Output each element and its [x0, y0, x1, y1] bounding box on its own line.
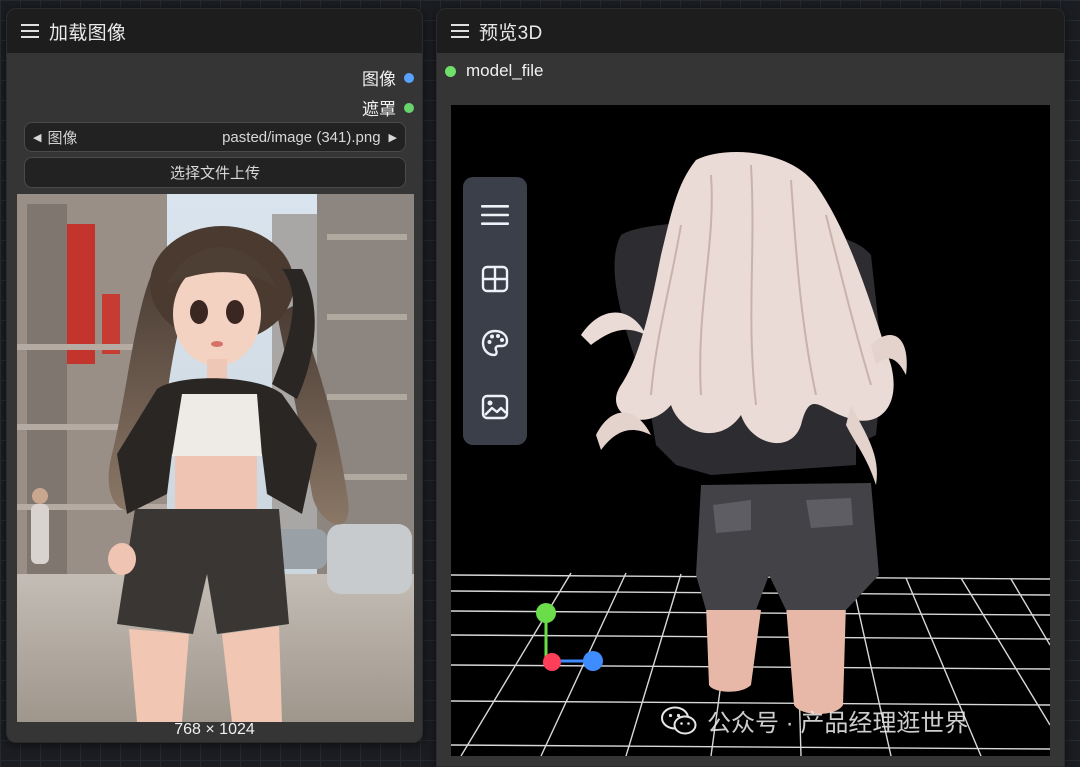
- 3d-viewport[interactable]: 公众号 · 产品经理逛世界: [451, 105, 1050, 756]
- watermark-text: 公众号 · 产品经理逛世界: [707, 710, 969, 737]
- axis-gizmo: [536, 603, 603, 671]
- background-image-button[interactable]: [475, 387, 515, 427]
- preview-3d-node[interactable]: 预览3D model_file 公众号 · 产品经理逛世界: [436, 8, 1065, 767]
- input-label: model_file: [466, 61, 544, 80]
- output-label: 图像: [362, 70, 396, 89]
- node-header[interactable]: 加载图像: [7, 9, 422, 53]
- output-image[interactable]: 图像: [362, 65, 414, 90]
- palette-icon: [481, 329, 509, 357]
- layout-grid-icon: [481, 265, 509, 293]
- menu-icon: [481, 205, 509, 225]
- wechat-icon: [661, 706, 697, 734]
- output-slot-dot[interactable]: [404, 102, 414, 113]
- node-header[interactable]: 预览3D: [437, 9, 1064, 53]
- input-model-file[interactable]: model_file: [445, 61, 544, 81]
- combo-right-arrow[interactable]: ▶: [389, 131, 397, 144]
- node-title: 加载图像: [49, 22, 127, 44]
- input-slot-dot[interactable]: [445, 65, 456, 77]
- load-image-node[interactable]: 加载图像 图像 遮罩 ◀ 图像 pasted/image (341).png ▶…: [6, 8, 423, 743]
- output-label: 遮罩: [362, 100, 396, 119]
- image-preview: [17, 194, 414, 722]
- node-title: 预览3D: [479, 22, 543, 44]
- image-icon: [481, 394, 509, 420]
- viewport-toolbar: [463, 177, 527, 445]
- 3d-model: [581, 152, 907, 714]
- upload-button[interactable]: 选择文件上传: [24, 157, 406, 188]
- menu-button[interactable]: [475, 195, 515, 235]
- output-mask[interactable]: 遮罩: [362, 95, 414, 120]
- output-slot-dot[interactable]: [404, 72, 414, 83]
- image-size-label: 768 × 1024: [174, 721, 255, 738]
- combo-label: 图像: [47, 129, 78, 147]
- image-combo-widget[interactable]: ◀ 图像 pasted/image (341).png ▶: [24, 122, 406, 152]
- combo-left-arrow[interactable]: ◀: [33, 131, 41, 144]
- layout-button[interactable]: [475, 259, 515, 299]
- menu-icon[interactable]: [21, 24, 39, 38]
- material-button[interactable]: [475, 323, 515, 363]
- watermark: 公众号 · 产品经理逛世界: [661, 703, 968, 738]
- combo-value[interactable]: pasted/image (341).png: [222, 129, 380, 146]
- menu-icon[interactable]: [451, 24, 469, 38]
